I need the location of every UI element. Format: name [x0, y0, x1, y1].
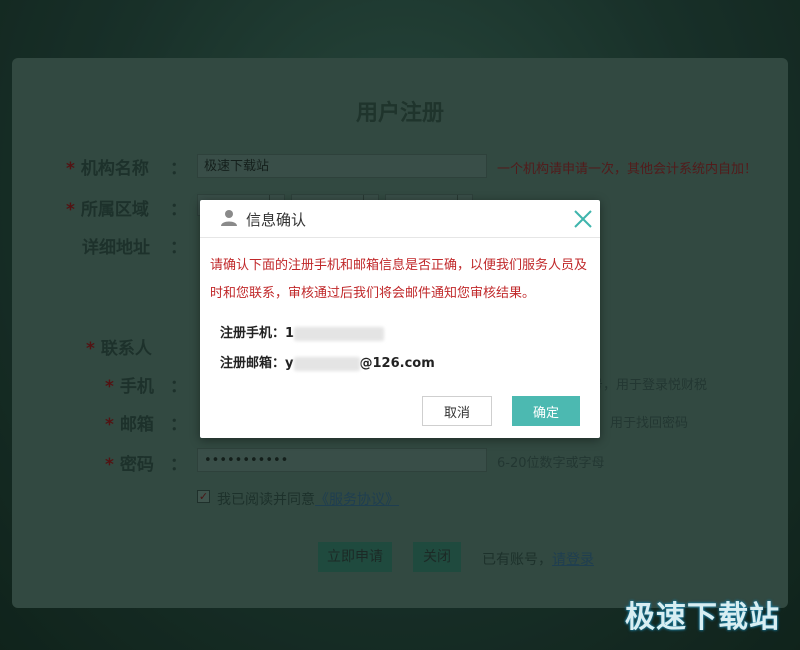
- password-input[interactable]: •••••••••••: [197, 448, 487, 472]
- dialog-message: 请确认下面的注册手机和邮箱信息是否正确，以便我们服务人员及时和您联系，审核通过后…: [210, 258, 588, 301]
- email-suffix: @126.com: [359, 356, 435, 371]
- watermark-logo: 极速下载站: [625, 600, 780, 635]
- agree-text: 我已阅读并同意《服务协议》: [217, 492, 399, 508]
- phone-label: * 手机: [105, 377, 154, 397]
- service-agreement-link[interactable]: 《服务协议》: [315, 492, 399, 508]
- user-icon: [221, 210, 237, 226]
- page-title: 用户注册: [355, 101, 444, 126]
- submit-button[interactable]: 立即申请: [318, 542, 392, 572]
- org-name-hint: 一个机构请申请一次，其他会计系统内自加！: [497, 162, 758, 177]
- agree-checkbox[interactable]: ✓: [197, 490, 210, 503]
- confirm-dialog: 信息确认 请确认下面的注册手机和邮箱信息是否正确，以便我们服务人员及时和您联系，…: [200, 200, 600, 438]
- org-name-input[interactable]: 极速下载站: [197, 154, 487, 178]
- masked-phone: [294, 326, 385, 341]
- org-name-label: * 机构名称: [66, 159, 149, 179]
- region-label: * 所属区域: [66, 200, 149, 220]
- close-icon[interactable]: [572, 208, 594, 230]
- password-hint: 6-20位数字或字母: [497, 456, 605, 471]
- phone-prefix: 1: [285, 326, 295, 341]
- email-prefix: y: [285, 356, 294, 371]
- email-label: * 邮箱: [105, 415, 154, 435]
- contact-label: * 联系人: [86, 339, 152, 359]
- dialog-title: 信息确认: [246, 211, 307, 229]
- masked-email: [293, 356, 360, 371]
- password-label: * 密码: [105, 455, 154, 475]
- dialog-header: 信息确认: [200, 200, 600, 238]
- close-button[interactable]: 关闭: [413, 542, 461, 572]
- login-prompt: 已有账号，请登录: [482, 552, 594, 568]
- login-link[interactable]: 请登录: [552, 552, 594, 568]
- cancel-button[interactable]: 取消: [422, 396, 492, 426]
- phone-info: 注册手机：1: [220, 322, 385, 341]
- email-hint: 用于找回密码: [610, 416, 689, 431]
- email-info: 注册邮箱：y @126.com: [220, 356, 435, 371]
- confirm-button[interactable]: 确定: [512, 396, 580, 426]
- phone-hint: 号，用于登录悦财税: [590, 378, 708, 393]
- address-label: 详细地址: [82, 238, 150, 258]
